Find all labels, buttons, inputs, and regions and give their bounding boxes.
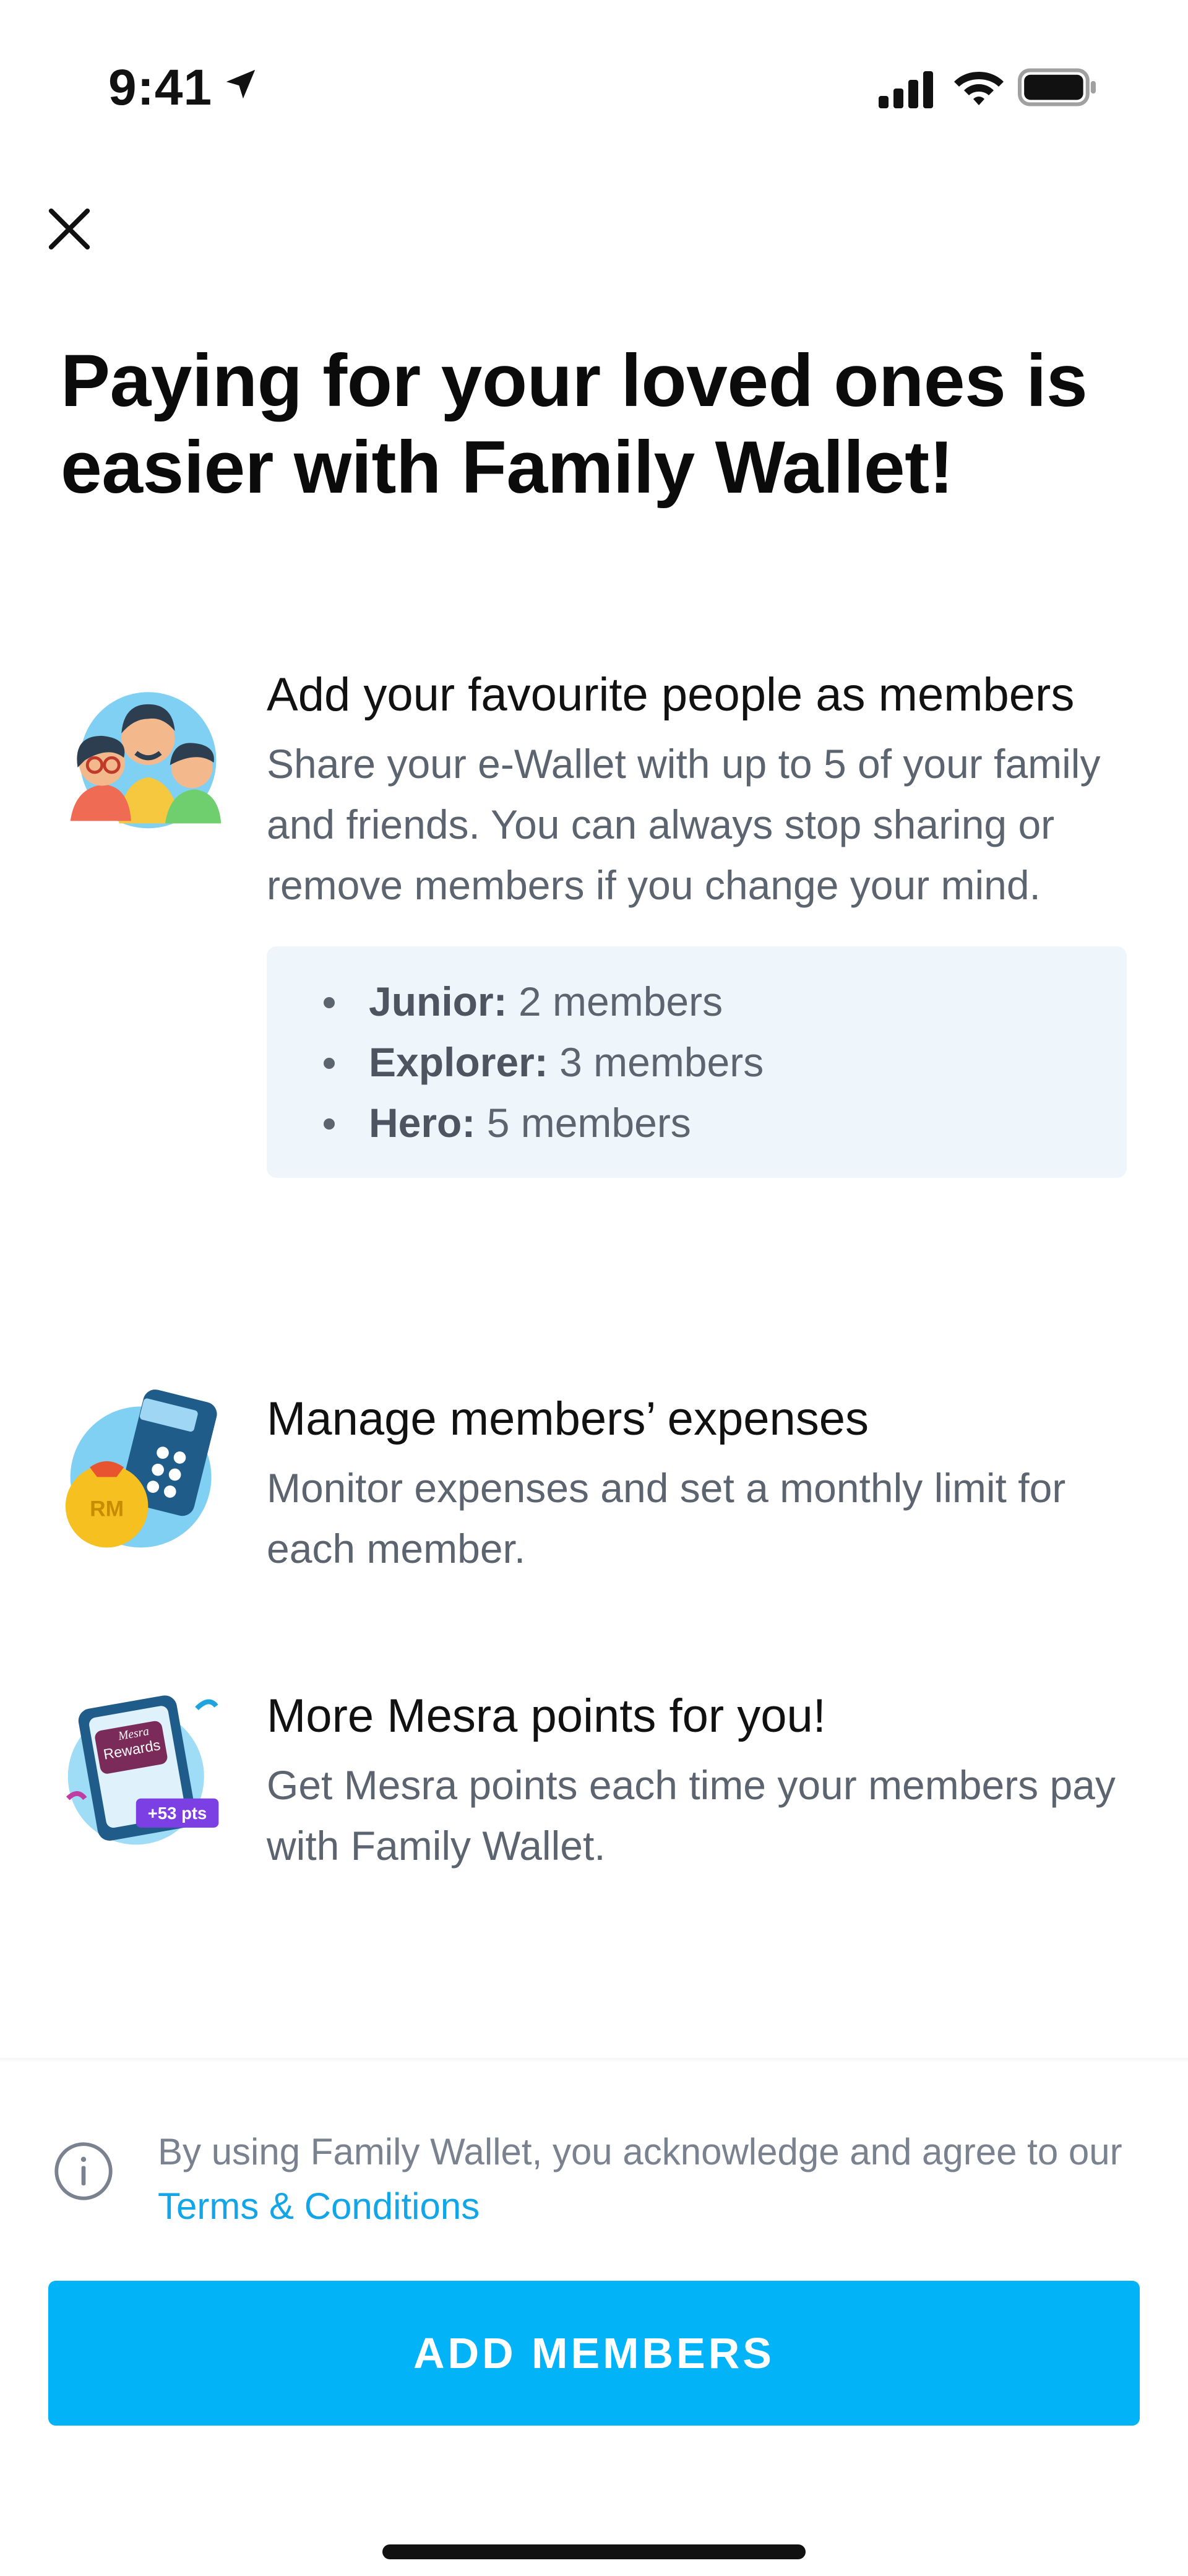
- feature-title: Manage members’ expenses: [267, 1393, 869, 1445]
- points-badge-text: +53 pts: [148, 1804, 207, 1823]
- add-members-button[interactable]: ADD MEMBERS: [48, 2281, 1140, 2426]
- membership-tier-box: Junior: 2 members Explorer: 3 members He…: [267, 946, 1127, 1178]
- feature-body: Add your favourite people as members Sha…: [267, 665, 1133, 1178]
- tier-item-junior: Junior: 2 members: [316, 971, 1102, 1032]
- feature-description: Monitor expenses and set a monthly limit…: [267, 1465, 1066, 1571]
- tier-value: 3 members: [559, 1039, 764, 1085]
- footer: By using Family Wallet, you acknowledge …: [0, 2063, 1188, 2576]
- cellular-signal-icon: [879, 71, 933, 108]
- family-illustration-icon: [70, 692, 222, 829]
- feature-body: More Mesra points for you! Get Mesra poi…: [267, 1687, 1133, 1876]
- rm-badge-text: RM: [90, 1497, 124, 1521]
- expenses-calculator-illustration-icon: RM: [65, 1390, 217, 1548]
- tier-name: Explorer:: [369, 1039, 548, 1085]
- home-indicator: [382, 2544, 806, 2559]
- feature-description: Share your e-Wallet with up to 5 of your…: [267, 741, 1101, 908]
- status-bar: 9:41: [0, 0, 1188, 142]
- info-icon: [54, 2142, 113, 2200]
- family-wallet-intro-screen: 9:41 Paying for your loved ones is easie…: [0, 0, 1188, 2576]
- tier-value: 5 members: [486, 1100, 691, 1146]
- close-button[interactable]: [38, 198, 100, 260]
- terms-and-conditions-link[interactable]: Terms & Conditions: [158, 2185, 480, 2227]
- terms-consent-text: By using Family Wallet, you acknowledge …: [158, 2125, 1123, 2234]
- feature-body: Manage members’ expenses Monitor expense…: [267, 1390, 1133, 1579]
- battery-icon: [1018, 68, 1096, 106]
- feature-title: Add your favourite people as members: [267, 668, 1075, 721]
- page-title: Paying for your loved ones is easier wit…: [61, 339, 1088, 509]
- feature-description: Get Mesra points each time your members …: [267, 1762, 1116, 1869]
- tier-name: Junior:: [369, 979, 507, 1024]
- close-icon: [48, 208, 90, 250]
- footer-divider: [0, 2058, 1188, 2063]
- tier-name: Hero:: [369, 1100, 476, 1146]
- tier-item-explorer: Explorer: 3 members: [316, 1032, 1102, 1092]
- location-arrow-icon: [226, 69, 256, 99]
- mesra-rewards-illustration-icon: Mesra Rewards +53 pts: [66, 1695, 219, 1845]
- wifi-icon: [954, 72, 1004, 105]
- tier-value: 2 members: [519, 979, 723, 1024]
- consent-text: By using Family Wallet, you acknowledge …: [158, 2131, 1122, 2172]
- feature-title: More Mesra points for you!: [267, 1690, 826, 1742]
- status-time: 9:41: [108, 59, 213, 116]
- tier-item-hero: Hero: 5 members: [316, 1092, 1102, 1153]
